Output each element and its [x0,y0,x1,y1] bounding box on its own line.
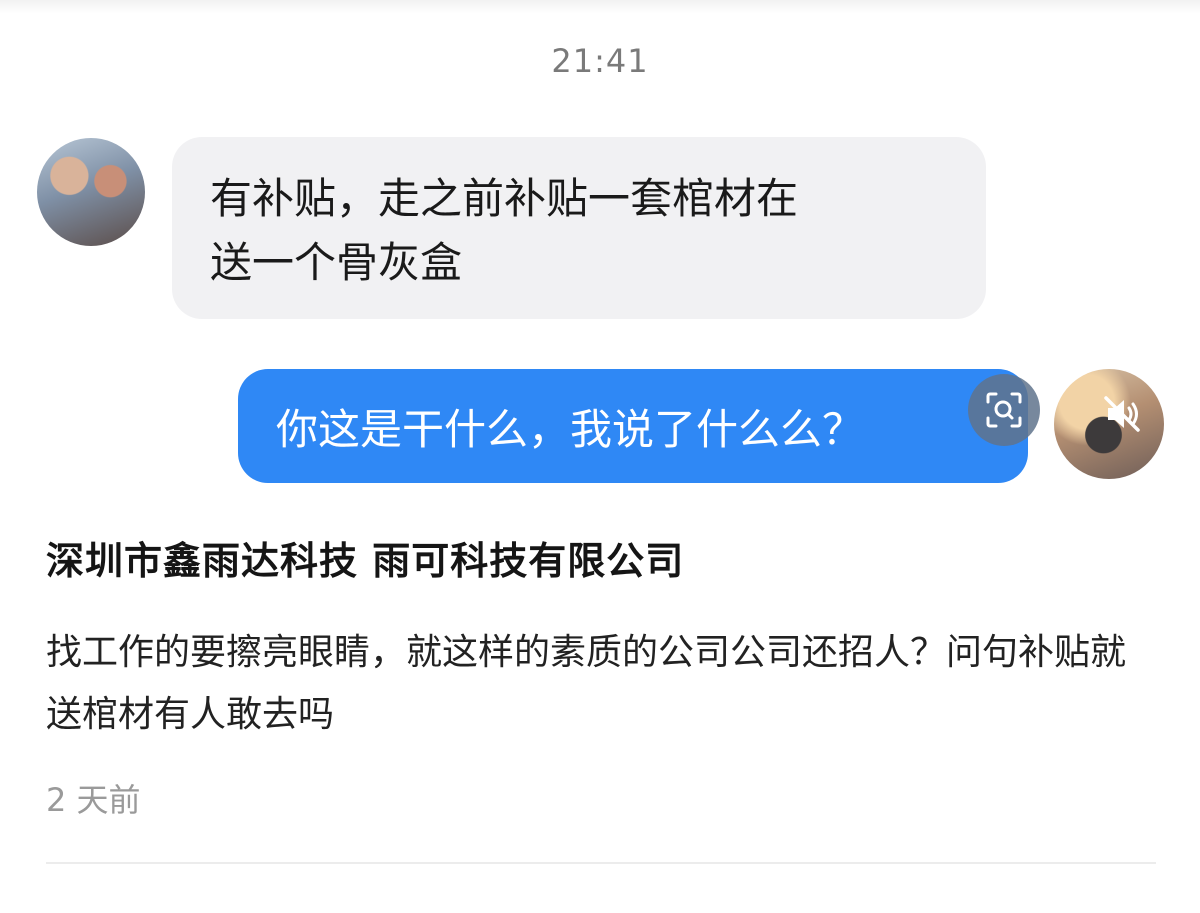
speaker-muted-icon[interactable] [1100,392,1144,436]
post-title[interactable]: 深圳市鑫雨达科技 雨可科技有限公司 [46,530,684,585]
top-edge-shadow [0,0,1200,14]
divider [46,862,1156,864]
outgoing-message-bubble[interactable]: 你这是干什么，我说了什么么？ [238,369,1028,483]
incoming-message-bubble[interactable]: 有补贴，走之前补贴一套棺材在 送一个骨灰盒 [172,137,986,319]
chat-screenshot: 21:41 有补贴，走之前补贴一套棺材在 送一个骨灰盒 你这是干什么，我说了什么… [0,0,1200,490]
post-time: 2 天前 [46,781,141,819]
scan-search-icon-graphic [986,392,1022,428]
outgoing-message-text: 你这是干什么，我说了什么么？ [276,404,865,454]
contact-avatar[interactable] [37,138,145,246]
chat-timestamp: 21:41 [551,42,649,80]
speaker-muted-icon-graphic [1104,396,1140,432]
incoming-message-text: 有补贴，走之前补贴一套棺材在 送一个骨灰盒 [210,174,799,287]
scan-search-icon[interactable] [968,374,1040,446]
post-body: 找工作的要擦亮眼睛，就这样的素质的公司公司还招人？问句补贴就送棺材有人敢去吗 [46,632,1127,735]
